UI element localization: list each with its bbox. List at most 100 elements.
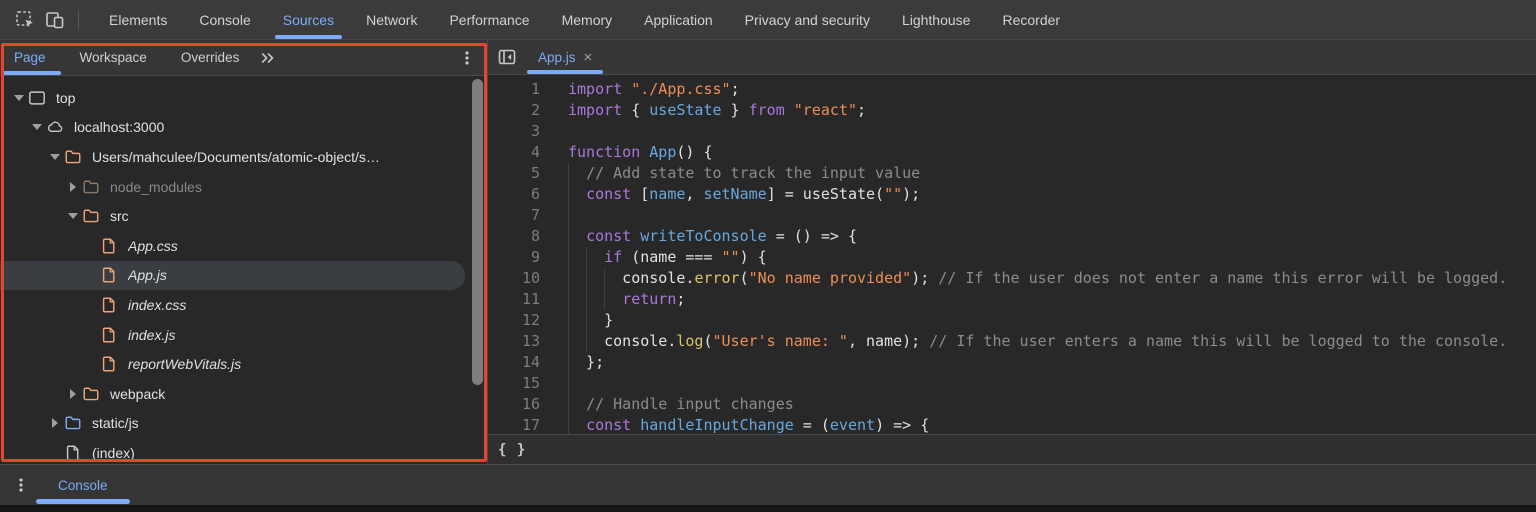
line-number[interactable]: 10: [488, 268, 540, 289]
file-icon: [100, 296, 118, 314]
code-line[interactable]: 4function App() {: [488, 142, 1536, 163]
editor-pane: App.js × 1import "./App.css";2import { u…: [488, 40, 1536, 464]
code-line[interactable]: 1import "./App.css";: [488, 79, 1536, 100]
tree-item-index[interactable]: (index): [0, 438, 487, 464]
line-number[interactable]: 8: [488, 226, 540, 247]
code-line[interactable]: 17 const handleInputChange = (event) => …: [488, 415, 1536, 434]
indent-guide: [568, 394, 569, 415]
tab-sources[interactable]: Sources: [267, 0, 350, 39]
editor-tab-app-js[interactable]: App.js ×: [526, 40, 604, 74]
tree-collapsed-arrow-icon[interactable]: [46, 418, 64, 428]
tree-item-label: static/js: [92, 415, 139, 431]
code-line[interactable]: 10 console.error("No name provided"); //…: [488, 268, 1536, 289]
tree-expandd-arrow-icon[interactable]: [10, 95, 28, 101]
navigator-tabbar: PageWorkspaceOverrides: [0, 40, 487, 76]
folder-icon: [82, 385, 100, 403]
tree-item-index-css[interactable]: index.css: [0, 290, 487, 320]
tree-item-label: Users/mahculee/Documents/atomic-object/s…: [92, 149, 380, 165]
navigator-tab-overrides[interactable]: Overrides: [164, 40, 257, 75]
line-number[interactable]: 17: [488, 415, 540, 434]
code-line[interactable]: 13 console.log("User's name: ", name); /…: [488, 331, 1536, 352]
line-number[interactable]: 15: [488, 373, 540, 394]
tree-item-index-js[interactable]: index.js: [0, 320, 487, 350]
line-number[interactable]: 16: [488, 394, 540, 415]
line-number[interactable]: 13: [488, 331, 540, 352]
close-tab-icon[interactable]: ×: [584, 49, 593, 66]
code-line[interactable]: 14 };: [488, 352, 1536, 373]
line-number[interactable]: 3: [488, 121, 540, 142]
tree-item-app-css[interactable]: App.css: [0, 231, 487, 261]
tree-collapsed-arrow-icon[interactable]: [64, 182, 82, 192]
tree-expandd-arrow-icon[interactable]: [28, 124, 46, 130]
device-toolbar-icon[interactable]: [40, 6, 70, 34]
tree-item-localhost-3000[interactable]: localhost:3000: [0, 113, 487, 143]
tab-lighthouse[interactable]: Lighthouse: [886, 0, 987, 39]
tree-item-label: index.js: [128, 327, 175, 343]
tree-expandd-arrow-icon[interactable]: [64, 213, 82, 219]
file-icon: [64, 444, 82, 462]
tree-item-webpack[interactable]: webpack: [0, 379, 487, 409]
pretty-print-icon[interactable]: { }: [498, 442, 526, 458]
line-number[interactable]: 7: [488, 205, 540, 226]
code-line[interactable]: 15: [488, 373, 1536, 394]
line-number[interactable]: 2: [488, 100, 540, 121]
line-number[interactable]: 14: [488, 352, 540, 373]
line-number[interactable]: 5: [488, 163, 540, 184]
line-number[interactable]: 11: [488, 289, 540, 310]
tree-item-label: index.css: [128, 297, 186, 313]
tree-item-app-js[interactable]: App.js: [0, 261, 465, 291]
tree-item-top[interactable]: top: [0, 83, 487, 113]
navigator-tab-page[interactable]: Page: [0, 40, 63, 75]
window-bottom-edge: [0, 505, 1536, 512]
drawer-tab-label: Console: [58, 478, 108, 493]
tab-memory[interactable]: Memory: [546, 0, 629, 39]
tree-item-node-modules[interactable]: node_modules: [0, 172, 487, 202]
editor-tabbar: App.js ×: [488, 40, 1536, 75]
kebab-menu-icon[interactable]: [8, 465, 34, 505]
line-number[interactable]: 6: [488, 184, 540, 205]
line-number[interactable]: 1: [488, 79, 540, 100]
tab-performance[interactable]: Performance: [433, 0, 545, 39]
inspect-icon[interactable]: [10, 6, 40, 34]
tree-item-users-mahculee-documents-atomic-object-s[interactable]: Users/mahculee/Documents/atomic-object/s…: [0, 142, 487, 172]
code-line-content: console.log("User's name: ", name); // I…: [540, 331, 1536, 352]
tab-recorder[interactable]: Recorder: [986, 0, 1076, 39]
line-number[interactable]: 9: [488, 247, 540, 268]
tree-item-reportwebvitals-js[interactable]: reportWebVitals.js: [0, 349, 487, 379]
code-line[interactable]: 5 // Add state to track the input value: [488, 163, 1536, 184]
tree-item-src[interactable]: src: [0, 201, 487, 231]
indent-guide: [586, 289, 587, 310]
code-line[interactable]: 11 return;: [488, 289, 1536, 310]
tree-item-static-js[interactable]: static/js: [0, 409, 487, 439]
toggle-navigator-icon[interactable]: [488, 40, 526, 74]
tab-network[interactable]: Network: [350, 0, 433, 39]
file-icon: [100, 355, 118, 373]
code-line[interactable]: 7: [488, 205, 1536, 226]
line-number[interactable]: 4: [488, 142, 540, 163]
tab-privacy-and-security[interactable]: Privacy and security: [729, 0, 886, 39]
tree-collapsed-arrow-icon[interactable]: [64, 389, 82, 399]
chevron-double-right-icon[interactable]: [260, 50, 276, 66]
line-number[interactable]: 12: [488, 310, 540, 331]
sidebar-scrollbar[interactable]: [472, 79, 483, 385]
tab-elements[interactable]: Elements: [93, 0, 183, 39]
navigator-tab-workspace[interactable]: Workspace: [63, 40, 164, 75]
code-line[interactable]: 16 // Handle input changes: [488, 394, 1536, 415]
code-line[interactable]: 6 const [name, setName] = useState("");: [488, 184, 1536, 205]
indent-guide: [586, 310, 587, 331]
code-line-content: // Add state to track the input value: [540, 163, 1536, 184]
toolbar-icons: [0, 0, 93, 39]
code-line[interactable]: 3: [488, 121, 1536, 142]
frame-icon: [28, 89, 46, 107]
drawer-tab-console[interactable]: Console: [34, 465, 132, 505]
code-line[interactable]: 12 }: [488, 310, 1536, 331]
code-editor[interactable]: 1import "./App.css";2import { useState }…: [488, 75, 1536, 434]
tab-application[interactable]: Application: [628, 0, 729, 39]
kebab-menu-icon[interactable]: [459, 49, 475, 67]
tree-item-label: top: [56, 90, 75, 106]
code-line[interactable]: 9 if (name === "") {: [488, 247, 1536, 268]
tab-console[interactable]: Console: [183, 0, 266, 39]
tree-expandd-arrow-icon[interactable]: [46, 154, 64, 160]
code-line[interactable]: 8 const writeToConsole = () => {: [488, 226, 1536, 247]
code-line[interactable]: 2import { useState } from "react";: [488, 100, 1536, 121]
